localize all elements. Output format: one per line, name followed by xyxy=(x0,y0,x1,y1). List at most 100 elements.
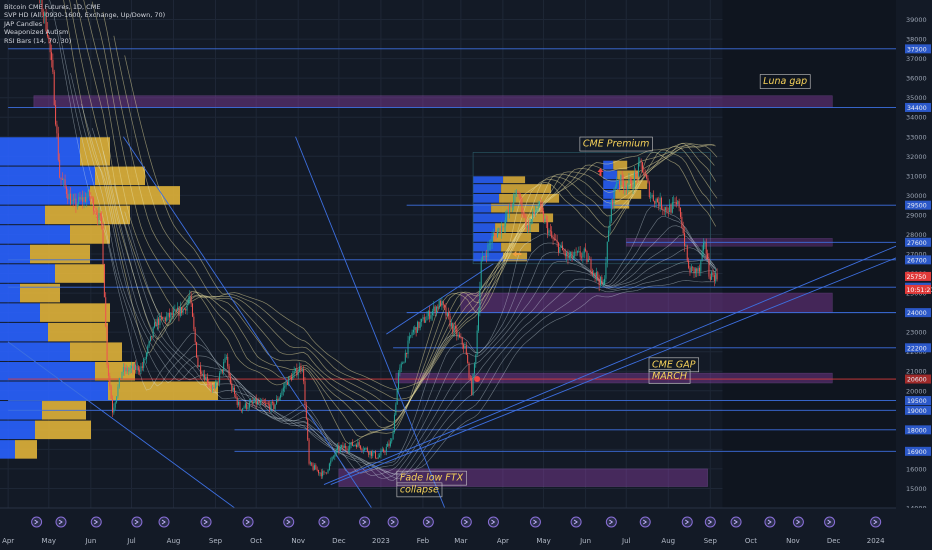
candle-body xyxy=(139,370,141,372)
y-tick-label: 34000 xyxy=(906,114,927,122)
event-icon[interactable] xyxy=(681,516,693,528)
candle-body xyxy=(235,394,237,398)
candle-body xyxy=(88,190,90,197)
candle-body xyxy=(305,404,307,420)
candle-body xyxy=(61,178,63,180)
candle-body xyxy=(487,244,489,257)
candle-body xyxy=(353,445,355,446)
candle-body xyxy=(429,311,431,319)
candle-body xyxy=(679,207,681,217)
annotation-label[interactable]: Fade low FTX xyxy=(400,473,464,484)
candle-body xyxy=(228,366,230,377)
event-icon[interactable] xyxy=(704,516,716,528)
event-icon[interactable] xyxy=(131,516,143,528)
candle-body xyxy=(78,196,80,205)
candle-body xyxy=(304,381,306,405)
candle-body xyxy=(244,403,246,408)
annotation-label[interactable]: MARCH xyxy=(652,371,687,382)
candle-body xyxy=(525,215,527,228)
candle-body xyxy=(492,234,494,236)
candle-body xyxy=(254,398,256,403)
volume-profile-down xyxy=(501,242,532,252)
candle-body xyxy=(383,449,385,452)
candle-body xyxy=(477,312,480,331)
annotation-label[interactable]: collapse xyxy=(400,484,439,495)
candle-body xyxy=(513,195,515,207)
candle-body xyxy=(370,450,372,456)
event-icon[interactable] xyxy=(605,516,617,528)
legend-line-svp[interactable]: SVP HD (All, 0930-1600, Exchange, Up/Dow… xyxy=(4,11,165,19)
event-icon[interactable] xyxy=(824,516,836,528)
candle-body xyxy=(385,446,387,452)
candle-body xyxy=(158,318,160,325)
volume-profile-up xyxy=(0,205,45,225)
candlestick-chart[interactable]: Luna gap CME Premium CME GAPMARCH Fade low … xyxy=(0,0,932,550)
candle-body xyxy=(334,455,336,457)
event-icon[interactable] xyxy=(242,516,254,528)
candle-body xyxy=(288,376,290,385)
annotation-label[interactable]: CME GAP xyxy=(652,359,696,370)
candle-body xyxy=(86,197,88,202)
candle-body xyxy=(563,250,565,253)
legend-line-jap[interactable]: JAP Candles xyxy=(4,20,165,28)
legend-line-rsi[interactable]: RSI Bars (14, 70, 30) xyxy=(4,37,165,45)
event-icon[interactable] xyxy=(422,516,434,528)
x-tick-label: Oct xyxy=(745,537,757,545)
candle-body xyxy=(666,207,668,212)
candle-body xyxy=(441,301,443,307)
candle-body xyxy=(560,245,562,248)
event-icon[interactable] xyxy=(55,516,67,528)
candle-body xyxy=(623,181,625,189)
candle-body xyxy=(556,240,558,243)
level-price-label: 19500 xyxy=(907,398,927,405)
event-icon[interactable] xyxy=(359,516,371,528)
legend-line-autism[interactable]: Weaponized Autism xyxy=(4,28,165,36)
level-price-label: 16900 xyxy=(907,449,927,456)
candle-body xyxy=(705,242,707,254)
candle-body xyxy=(572,256,574,259)
candle-body xyxy=(483,256,485,258)
candle-body xyxy=(227,356,229,367)
candle-body xyxy=(361,448,363,451)
y-tick-label: 32000 xyxy=(906,153,927,161)
candle-body xyxy=(648,182,650,198)
event-icon[interactable] xyxy=(730,516,742,528)
event-icon[interactable] xyxy=(31,516,43,528)
event-icon[interactable] xyxy=(283,516,295,528)
candle-body xyxy=(294,368,297,371)
candle-body xyxy=(174,309,176,311)
event-icon[interactable] xyxy=(487,516,499,528)
candle-body xyxy=(636,172,638,177)
candle-body xyxy=(177,307,179,311)
ma-ribbons xyxy=(49,0,718,481)
candle-body xyxy=(715,273,717,282)
level-price-label: 19000 xyxy=(907,408,927,415)
candle-body xyxy=(308,439,310,464)
candle-body xyxy=(708,258,710,277)
candle-body xyxy=(547,221,549,234)
event-icon[interactable] xyxy=(870,516,882,528)
event-icon[interactable] xyxy=(387,516,399,528)
event-icon[interactable] xyxy=(639,516,651,528)
event-icon[interactable] xyxy=(570,516,582,528)
event-icon[interactable] xyxy=(792,516,804,528)
annotation-label[interactable]: Luna gap xyxy=(763,76,807,87)
event-icon[interactable] xyxy=(200,516,212,528)
event-icon[interactable] xyxy=(318,516,330,528)
event-icon[interactable] xyxy=(158,516,170,528)
candle-body xyxy=(106,326,108,365)
event-icon[interactable] xyxy=(529,516,541,528)
candle-body xyxy=(330,460,332,464)
annotation-label[interactable]: CME Premium xyxy=(583,139,650,150)
candle-body xyxy=(278,397,280,401)
candle-body xyxy=(220,369,222,374)
candle-body xyxy=(318,470,320,474)
event-icon[interactable] xyxy=(90,516,102,528)
ribbon-upper xyxy=(83,0,717,429)
candle-body xyxy=(423,317,425,323)
event-icon[interactable] xyxy=(460,516,472,528)
event-icon[interactable] xyxy=(764,516,776,528)
candle-body xyxy=(140,366,142,372)
candle-body xyxy=(281,391,283,395)
legend-title[interactable]: Bitcoin CME Futures, 1D, CME xyxy=(4,3,165,11)
